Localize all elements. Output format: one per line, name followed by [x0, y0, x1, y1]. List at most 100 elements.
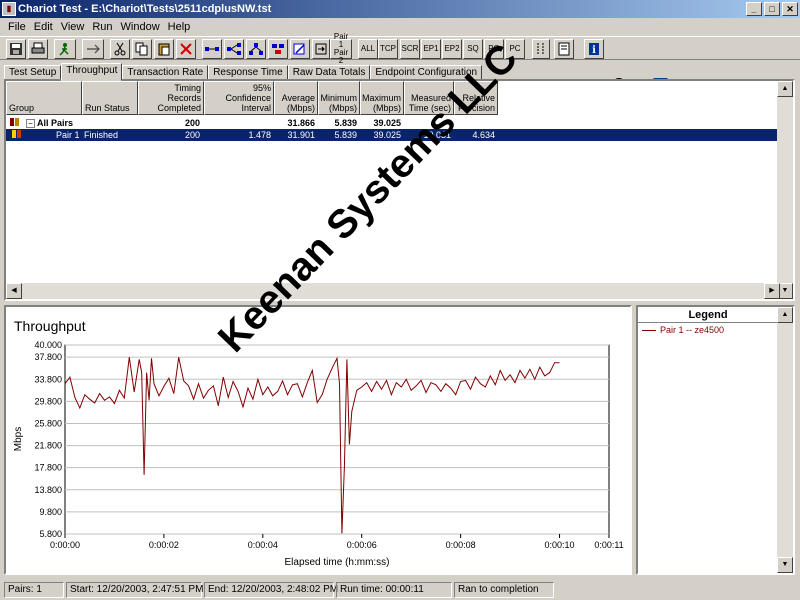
- column-header-minimum[interactable]: Minimum (Mbps): [318, 81, 360, 115]
- running-man-icon: [59, 43, 69, 56]
- add-pair-icon: [205, 47, 219, 51]
- stop-button[interactable]: [82, 39, 104, 59]
- column-header-run-status[interactable]: Run Status: [82, 81, 138, 115]
- column-header-group[interactable]: Group: [6, 81, 82, 115]
- throughput-chart-panel: Throughput 40.000 37.800 33.800 29.800 25.80…: [4, 305, 632, 575]
- y-tick-label: 21.800: [34, 441, 62, 451]
- legend-item-pair-1: Pair 1 -- ze4500: [642, 325, 724, 335]
- tab-raw-data-totals[interactable]: Raw Data Totals: [287, 65, 371, 80]
- column-header-measured-time[interactable]: Measured Time (sec): [404, 81, 454, 115]
- report-view-button[interactable]: [554, 39, 574, 59]
- pair-select-button[interactable]: Pair 1 Pair 2: [330, 33, 352, 65]
- column-header-confidence-interval[interactable]: 95% Confidence Interval: [204, 81, 274, 115]
- stop-icon: [87, 44, 100, 54]
- x-tick-label: 0:00:08: [446, 540, 476, 550]
- info-icon: i: [589, 43, 599, 56]
- maximum-value: 39.025: [373, 130, 401, 140]
- grid-icon: [537, 43, 544, 54]
- tab-test-setup[interactable]: Test Setup: [4, 65, 62, 80]
- records-value: 200: [184, 118, 200, 128]
- rename-pair-button[interactable]: [290, 39, 310, 59]
- scissors-icon: [114, 42, 126, 56]
- column-header-relative-precision[interactable]: Relative Precision: [454, 81, 498, 115]
- add-pair-button[interactable]: [202, 39, 222, 59]
- status-run-time: Run time: 00:00:11: [336, 581, 452, 598]
- replicate-pair-button[interactable]: [268, 39, 288, 59]
- toolbar: Pair 1 Pair 2 ALL TCP SCR EP1 EP2 SQ PG …: [0, 33, 800, 94]
- paste-button[interactable]: [154, 39, 174, 59]
- save-button[interactable]: [6, 39, 26, 59]
- menu-run[interactable]: Run: [88, 21, 116, 33]
- maximize-button[interactable]: □: [764, 2, 780, 16]
- column-header-timing-records[interactable]: Timing Records Completed: [138, 81, 204, 115]
- document-icon: [558, 42, 570, 56]
- column-header-average[interactable]: Average (Mbps): [274, 81, 318, 115]
- delete-pair-button[interactable]: [176, 39, 196, 59]
- table-row-all-pairs[interactable]: − All Pairs 200 31.866 5.839 39.025: [6, 117, 788, 129]
- add-multicast-button[interactable]: [224, 39, 244, 59]
- throughput-chart: Throughput 40.000 37.800 33.800 29.800 25.80…: [13, 318, 624, 568]
- edit-pair-button[interactable]: [246, 39, 266, 59]
- tab-endpoint-configuration[interactable]: Endpoint Configuration: [370, 65, 483, 80]
- svg-text:i: i: [592, 45, 596, 56]
- menu-view[interactable]: View: [57, 21, 89, 33]
- grid-view-button[interactable]: [532, 39, 550, 59]
- pair-icon: [12, 129, 22, 141]
- replicate-icon: [272, 44, 284, 54]
- window-title: Chariot Test - E:\Chariot\Tests\2511cdpl…: [18, 3, 272, 15]
- info-button[interactable]: i: [584, 39, 604, 59]
- confidence-value: 1.478: [248, 130, 271, 140]
- x-tick-label: 0:00:00: [50, 540, 80, 550]
- close-button[interactable]: ✕: [782, 2, 798, 16]
- group-name: All Pairs: [37, 118, 74, 128]
- edit-script-icon: [293, 43, 305, 55]
- x-tick-label: 0:00:11: [594, 540, 623, 550]
- grid-horizontal-scrollbar[interactable]: ◀ ▶: [6, 283, 780, 299]
- print-button[interactable]: [28, 39, 48, 59]
- filter-scr-button[interactable]: SCR: [400, 39, 420, 59]
- copy-button[interactable]: [132, 39, 152, 59]
- minimum-value: 5.839: [334, 118, 357, 128]
- cut-button[interactable]: [110, 39, 130, 59]
- table-row-pair-1[interactable]: Pair 1 Finished 200 1.478 31.901 5.839 3…: [6, 129, 782, 141]
- legend-scroll-up-button[interactable]: ▲: [777, 307, 793, 323]
- precision-value: 4.634: [472, 130, 495, 140]
- legend-scroll-down-button[interactable]: ▼: [777, 557, 793, 573]
- tab-throughput[interactable]: Throughput: [61, 63, 123, 81]
- swap-endpoints-button[interactable]: [312, 39, 330, 59]
- filter-all-button[interactable]: ALL: [358, 39, 378, 59]
- y-tick-label: 29.800: [34, 396, 62, 406]
- x-tick-label: 0:00:04: [248, 540, 278, 550]
- collapse-toggle[interactable]: −: [26, 119, 35, 128]
- y-tick-label: 25.800: [34, 418, 62, 428]
- scroll-up-button[interactable]: ▲: [777, 81, 793, 97]
- y-tick-label: 9.800: [39, 507, 62, 517]
- filter-pg-button[interactable]: PG: [484, 39, 504, 59]
- legend-label: Pair 1 -- ze4500: [660, 325, 725, 335]
- legend-scrollbar[interactable]: ▲ ▼: [777, 307, 793, 573]
- column-header-maximum[interactable]: Maximum (Mbps): [360, 81, 404, 115]
- tab-transaction-rate[interactable]: Transaction Rate: [122, 65, 209, 80]
- status-start: Start: 12/20/2003, 2:47:51 PM: [66, 581, 203, 598]
- scroll-left-button[interactable]: ◀: [6, 283, 22, 299]
- filter-sq-button[interactable]: SQ: [463, 39, 483, 59]
- status-completion: Ran to completion: [454, 581, 554, 598]
- x-tick-label: 0:00:02: [149, 540, 179, 550]
- x-tick-label: 0:00:06: [347, 540, 377, 550]
- menu-help[interactable]: Help: [164, 21, 195, 33]
- chariot-app-icon: ▮: [2, 2, 16, 16]
- menu-bar: File Edit View Run Window Help: [0, 18, 800, 36]
- run-button[interactable]: [54, 39, 76, 59]
- filter-ep2-button[interactable]: EP2: [442, 39, 462, 59]
- scroll-right-button[interactable]: ▶: [764, 283, 780, 299]
- grid-vertical-scrollbar[interactable]: ▲ ▼: [777, 81, 793, 299]
- filter-tcp-button[interactable]: TCP: [378, 39, 398, 59]
- tab-response-time[interactable]: Response Time: [208, 65, 288, 80]
- minimize-button[interactable]: _: [746, 2, 762, 16]
- menu-edit[interactable]: Edit: [30, 21, 57, 33]
- filter-pc-button[interactable]: PC: [505, 39, 525, 59]
- menu-file[interactable]: File: [4, 21, 30, 33]
- filter-ep1-button[interactable]: EP1: [421, 39, 441, 59]
- pair-1-label: Pair 1: [333, 32, 349, 49]
- menu-window[interactable]: Window: [117, 21, 164, 33]
